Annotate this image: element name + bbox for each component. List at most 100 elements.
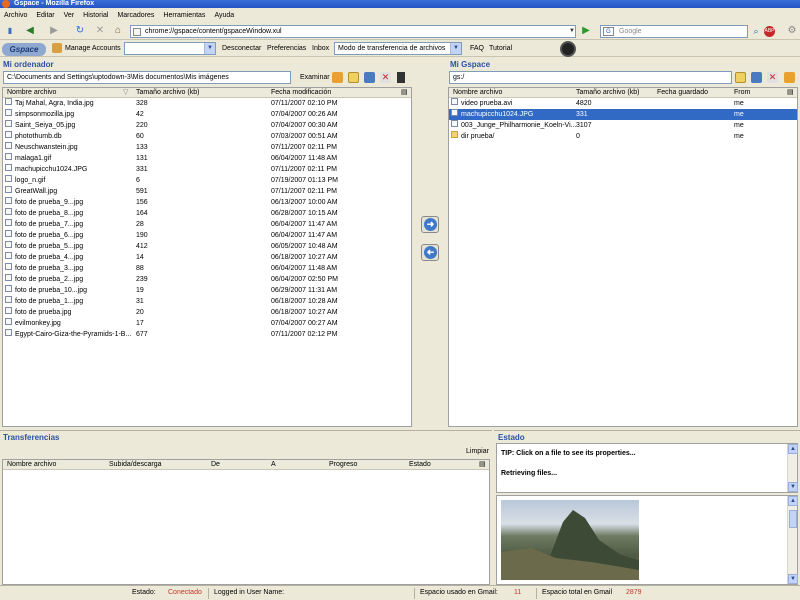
delete-icon[interactable]: ✕ xyxy=(767,72,778,83)
remote-path-input[interactable]: gs:/ xyxy=(449,71,732,84)
arrow-right-icon: ➜ xyxy=(424,218,437,231)
refresh-icon[interactable] xyxy=(332,72,343,83)
pin-icon[interactable] xyxy=(397,72,405,83)
menu-herramientas[interactable]: Herramientas xyxy=(163,12,205,19)
col-fecha-guardado[interactable]: Fecha guardado xyxy=(657,88,708,98)
table-cell: Saint_Seiya_05.jpg xyxy=(15,122,76,129)
url-dropdown-icon[interactable]: ▼ xyxy=(566,25,578,37)
col-direccion[interactable]: Subida/descarga xyxy=(109,460,162,470)
table-row[interactable]: evilmonkey.jpg 17 07/04/2007 00:27 AM xyxy=(3,318,401,329)
search-icon[interactable]: ⌕ xyxy=(750,25,762,37)
table-row[interactable]: foto de prueba_9...jpg 156 06/13/2007 10:0… xyxy=(3,197,401,208)
scroll-down-icon[interactable]: ▼ xyxy=(788,482,798,492)
account-select[interactable]: ▼ xyxy=(124,42,216,55)
stop-icon[interactable]: ✕ xyxy=(94,25,106,37)
table-row[interactable]: malaga1.gif 131 06/04/2007 11:48 AM xyxy=(3,153,401,164)
scroll-up-icon[interactable]: ▲ xyxy=(788,496,798,506)
table-row[interactable]: Neuschwanstein.jpg 133 07/11/2007 02:11 PM xyxy=(3,142,401,153)
table-row[interactable]: machupicchu1024.JPG 331 07/11/2007 02:11 P… xyxy=(3,164,401,175)
inbox-button[interactable]: Inbox xyxy=(312,44,329,53)
table-row[interactable]: foto de prueba_5...jpg 412 06/05/2007 10:4… xyxy=(3,241,401,252)
go-icon[interactable]: ▶ xyxy=(580,25,592,37)
menu-editar[interactable]: Editar xyxy=(36,12,54,19)
google-icon[interactable]: G xyxy=(603,27,614,36)
menu-ayuda[interactable]: Ayuda xyxy=(214,12,234,19)
table-row[interactable]: foto de prueba_2...jpg 239 06/04/2007 02:5… xyxy=(3,274,401,285)
clear-button[interactable]: Limpiar xyxy=(466,448,489,455)
table-row[interactable]: Taj Mahal, Agra, India.jpg 328 07/11/2007 … xyxy=(3,98,401,109)
columns-picker-icon[interactable]: ▤ xyxy=(401,88,408,98)
menu-archivo[interactable]: Archivo xyxy=(4,12,27,19)
home-icon[interactable]: ⌂ xyxy=(112,25,124,37)
adblock-icon[interactable]: ABP xyxy=(764,26,775,37)
upload-button[interactable]: ➜ xyxy=(421,216,439,233)
table-row[interactable]: simpsonmozilla.jpg 42 07/04/2007 00:26 AM xyxy=(3,109,401,120)
scroll-down-icon[interactable]: ▼ xyxy=(788,574,798,584)
col-tamano[interactable]: Tamaño archivo (kb) xyxy=(136,88,199,98)
col-de[interactable]: De xyxy=(211,460,220,470)
new-folder-icon[interactable] xyxy=(364,72,375,83)
file-icon xyxy=(5,241,12,248)
col-nombre[interactable]: Nombre archivo xyxy=(7,88,56,98)
chevron-down-icon[interactable]: ▼ xyxy=(450,43,461,54)
table-row[interactable]: GreatWall.jpg 591 07/11/2007 02:11 PM xyxy=(3,186,401,197)
table-row[interactable]: dir prueba/0 me xyxy=(449,131,797,142)
disconnect-button[interactable]: Desconectar xyxy=(222,44,261,53)
table-row[interactable]: foto de prueba_1...jpg 31 06/18/2007 10:28… xyxy=(3,296,401,307)
search-input[interactable]: G Google xyxy=(600,25,748,38)
preview-scrollbar[interactable]: ▲ ▼ xyxy=(787,496,798,584)
folder-up-icon[interactable] xyxy=(735,72,746,83)
table-row[interactable]: Saint_Seiya_05.jpg 220 07/04/2007 00:30 AM xyxy=(3,120,401,131)
table-row[interactable]: foto de prueba_7...jpg 28 06/04/2007 11:47… xyxy=(3,219,401,230)
browse-button[interactable]: Examinar xyxy=(300,74,330,81)
bookmarks-icon[interactable]: ▮ xyxy=(4,25,16,37)
table-row[interactable]: logo_n.gif 6 07/19/2007 01:13 PM xyxy=(3,175,401,186)
table-row[interactable]: 003_Junge_Philharmonie_Koeln-Vi... 3107 me xyxy=(449,120,797,131)
table-cell: 06/18/2007 10:27 AM xyxy=(271,254,338,261)
table-row[interactable]: foto de prueba_4...jpg 14 06/18/2007 10:27… xyxy=(3,252,401,263)
url-field[interactable]: chrome://gspace/content/gspaceWindow.xul xyxy=(130,25,576,38)
tutorial-button[interactable]: Tutorial xyxy=(489,44,512,53)
download-button[interactable]: ➜ xyxy=(421,244,439,261)
col-nombre[interactable]: Nombre archivo xyxy=(453,88,502,98)
faq-button[interactable]: FAQ xyxy=(470,44,484,53)
mode-select[interactable]: Modo de transferencia de archivos ▼ xyxy=(334,42,462,55)
back-icon[interactable]: ◀ xyxy=(24,25,36,37)
new-folder-icon[interactable] xyxy=(751,72,762,83)
menu-historial[interactable]: Historial xyxy=(83,12,108,19)
estado-scrollbar[interactable]: ▲ ▼ xyxy=(787,444,798,492)
scroll-thumb[interactable] xyxy=(789,510,797,528)
col-from[interactable]: From xyxy=(734,88,750,98)
menu-marcadores[interactable]: Marcadores xyxy=(117,12,154,19)
chevron-down-icon[interactable]: ▼ xyxy=(204,43,215,54)
manage-accounts-button[interactable]: Manage Accounts xyxy=(65,44,121,53)
col-tamano[interactable]: Tamaño archivo (kb) xyxy=(576,88,639,98)
table-row[interactable]: Egypt-Cairo-Giza-the-Pyramids-1-B... 677 0… xyxy=(3,329,401,340)
table-row[interactable]: photothumb.db 60 07/03/2007 00:51 AM xyxy=(3,131,401,142)
table-row[interactable]: foto de prueba_10...jpg 19 06/29/2007 11:3… xyxy=(3,285,401,296)
local-path-input[interactable]: C:\Documents and Settings\uptodown-3\Mis… xyxy=(3,71,291,84)
col-progreso[interactable]: Progreso xyxy=(329,460,357,470)
columns-picker-icon[interactable]: ▤ xyxy=(479,460,486,470)
table-row[interactable]: foto de prueba_3...jpg 88 06/04/2007 11:48… xyxy=(3,263,401,274)
folder-up-icon[interactable] xyxy=(348,72,359,83)
menu-ver[interactable]: Ver xyxy=(64,12,75,19)
scroll-up-icon[interactable]: ▲ xyxy=(788,444,798,454)
forward-icon[interactable]: ▶ xyxy=(48,25,60,37)
columns-picker-icon[interactable]: ▤ xyxy=(787,88,794,98)
delete-icon[interactable]: ✕ xyxy=(380,72,391,83)
table-row[interactable]: foto de prueba_6...jpg 190 06/04/2007 11:4… xyxy=(3,230,401,241)
table-row[interactable]: foto de prueba_8...jpg 164 06/28/2007 10:1… xyxy=(3,208,401,219)
col-a[interactable]: A xyxy=(271,460,276,470)
col-nombre[interactable]: Nombre archivo xyxy=(7,460,56,470)
table-row[interactable]: video prueba.avi 4820 me xyxy=(449,98,797,109)
table-row[interactable]: foto de prueba.jpg 20 06/18/2007 10:27 AM xyxy=(3,307,401,318)
col-estado[interactable]: Estado xyxy=(409,460,431,470)
gear-icon[interactable]: ⚙ xyxy=(786,25,798,37)
preferences-button[interactable]: Preferencias xyxy=(267,44,306,53)
refresh-icon[interactable] xyxy=(784,72,795,83)
table-cell: 591 xyxy=(136,188,148,195)
table-row[interactable]: machupicchu1024.JPG 331 me xyxy=(449,109,797,120)
col-fecha[interactable]: Fecha modificación xyxy=(271,88,331,98)
reload-icon[interactable]: ↻ xyxy=(74,25,86,37)
